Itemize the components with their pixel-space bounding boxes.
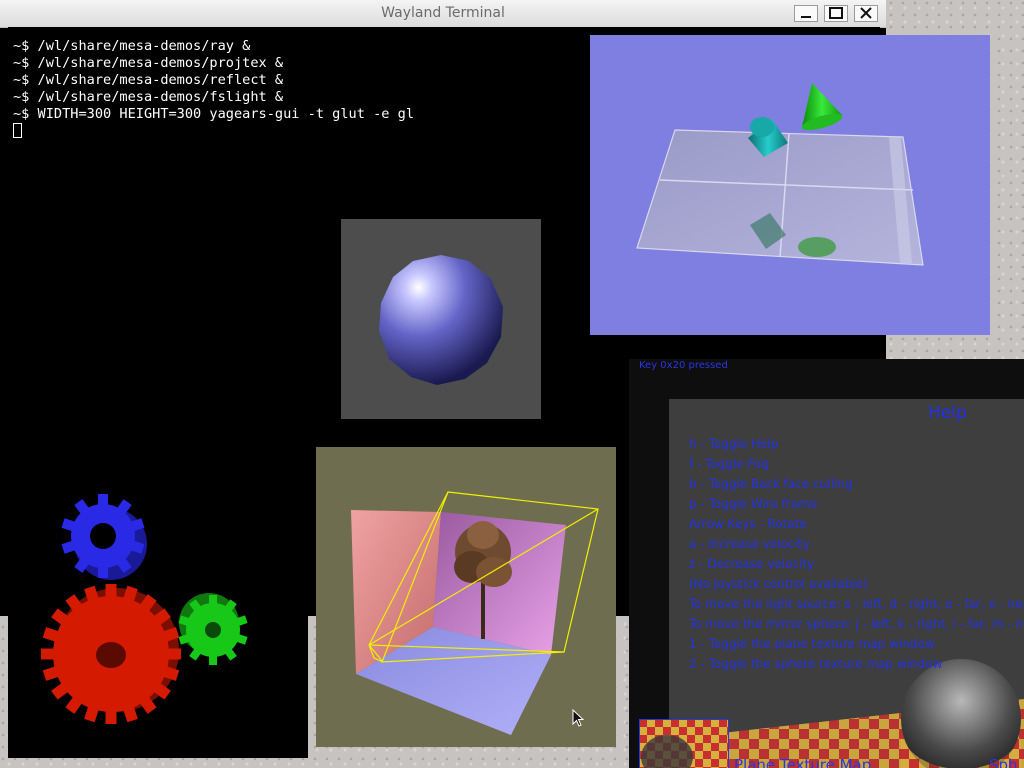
help-item: b - Toggle Back face culling [689, 477, 853, 491]
terminal-output: ~$ /wl/share/mesa-demos/ray & ~$ /wl/shar… [13, 38, 414, 123]
mouse-pointer-icon [572, 709, 585, 727]
help-item: f - Toggle Fog [689, 457, 770, 471]
green-gear [178, 593, 248, 665]
help-item: To move the light source: s - left, d - … [689, 597, 1024, 611]
help-item: a - Increase velocity [689, 537, 810, 551]
help-title: Help [928, 403, 967, 423]
minimize-button[interactable] [794, 5, 818, 22]
reflect-window[interactable] [316, 447, 616, 747]
cone-shadow [798, 237, 836, 257]
terminal-line: ~$ /wl/share/mesa-demos/reflect & [13, 72, 284, 88]
mirror-sphere [901, 659, 1021, 768]
ray-window[interactable] [341, 219, 541, 419]
fslight-window[interactable]: Key 0x20 pressed Help h - Toggle Help f … [629, 359, 1024, 768]
help-item: To move the mirror sphere: j - left, k -… [689, 617, 1024, 631]
help-item: (No Joystick control available) [689, 577, 868, 591]
help-panel: Help h - Toggle Help f - Toggle Fog b - … [669, 399, 1024, 768]
window-title: Wayland Terminal [381, 5, 505, 21]
help-item: z - Decrease velocity [689, 557, 815, 571]
key-status: Key 0x20 pressed [639, 360, 728, 371]
maximize-icon [829, 7, 843, 19]
gears-window[interactable] [8, 458, 308, 758]
close-icon [860, 7, 872, 19]
floor-plane [636, 129, 924, 266]
sphere-texture-label: Sph [989, 756, 1018, 768]
red-gear [41, 584, 181, 724]
gears-scene [41, 494, 248, 724]
terminal-line: ~$ /wl/share/mesa-demos/ray & [13, 38, 251, 54]
help-item: 1 - Toggle the plane texture map window [689, 637, 935, 651]
help-item: 2 - Toggle the sphere texture map window [689, 657, 943, 671]
maximize-button[interactable] [824, 5, 848, 22]
terminal-line: ~$ /wl/share/mesa-demos/fslight & [13, 89, 284, 105]
help-item: Arrow Keys - Rotate [689, 517, 807, 531]
text-cursor [13, 123, 22, 138]
help-item: p - Toggle Wire frame [689, 497, 818, 511]
terminal-line: ~$ /wl/share/mesa-demos/projtex & [13, 55, 284, 71]
terminal-line: ~$ WIDTH=300 HEIGHT=300 yagears-gui -t g… [13, 106, 415, 122]
reflect-scene [351, 491, 599, 735]
plane-texture-label: Plane Texture Map [734, 756, 872, 768]
help-item: h - Toggle Help [689, 437, 779, 451]
sphere-scene [379, 255, 503, 385]
minimize-icon [801, 16, 811, 18]
plane-texture-thumbnail [639, 719, 729, 768]
projtex-scene [636, 83, 924, 266]
cone [801, 83, 843, 131]
projtex-window[interactable] [590, 35, 990, 335]
close-button[interactable] [854, 5, 878, 22]
blue-gear [61, 494, 147, 580]
sphere [379, 255, 503, 385]
